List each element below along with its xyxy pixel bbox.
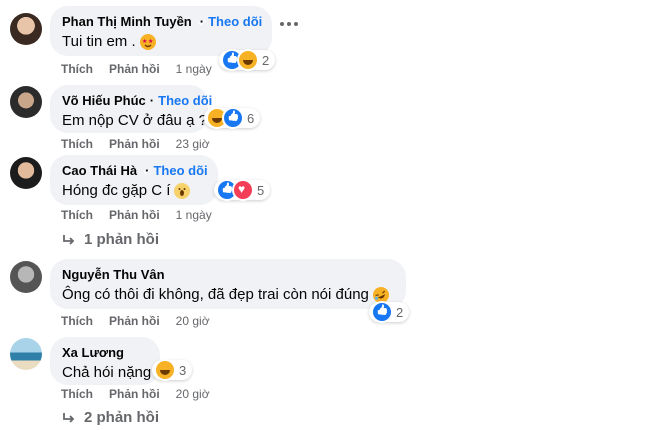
comment-author[interactable]: Phan Thị Minh Tuyền — [62, 14, 192, 30]
reply-button[interactable]: Phản hồi — [109, 208, 160, 222]
comment-text: Tui tin em . — [62, 33, 136, 50]
svg-text:★: ★ — [148, 38, 153, 45]
comment-bubble: Cao Thái Hà · Theo dõi Hóng đc gặp C í — [50, 155, 218, 205]
comment-bubble: Xa Lương Chả hói nặng — [50, 337, 160, 385]
haha-reaction-icon — [154, 359, 176, 381]
view-replies-link[interactable]: 1 phản hồi — [62, 231, 159, 248]
comment-text: Hóng đc gặp C í — [62, 182, 171, 199]
avatar[interactable] — [10, 261, 42, 293]
reaction-count: 6 — [247, 110, 255, 126]
like-button[interactable]: Thích — [61, 62, 93, 76]
haha-reaction-icon — [237, 49, 259, 71]
reply-button[interactable]: Phản hồi — [109, 387, 160, 401]
reaction-summary[interactable]: 2 — [219, 49, 276, 71]
more-options-icon[interactable] — [280, 22, 298, 26]
follow-button[interactable]: Theo dõi — [158, 93, 212, 109]
reply-arrow-icon — [63, 234, 75, 245]
avatar[interactable] — [10, 86, 42, 118]
like-button[interactable]: Thích — [61, 137, 93, 151]
like-button[interactable]: Thích — [61, 387, 93, 401]
like-reaction-icon — [371, 301, 393, 323]
reaction-summary[interactable]: 5 — [214, 179, 271, 201]
avatar[interactable] — [10, 157, 42, 189]
reaction-count: 2 — [262, 52, 270, 68]
comment-bubble: Võ Hiếu Phúc · Theo dõi Em nộp CV ở đâu … — [50, 85, 212, 133]
comment-time[interactable]: 20 giờ — [176, 387, 210, 401]
reaction-count: 3 — [179, 362, 187, 378]
comment-time[interactable]: 1 ngày — [176, 62, 212, 76]
svg-text:★: ★ — [142, 38, 147, 45]
reaction-summary[interactable]: 3 — [152, 359, 193, 381]
reaction-summary[interactable]: 6 — [204, 107, 261, 129]
reply-arrow-icon — [63, 412, 75, 423]
follow-button[interactable]: Theo dõi — [153, 163, 207, 179]
comment-bubble: Nguyễn Thu Vân Ông có thôi đi không, đã … — [50, 259, 406, 309]
comment-text: Chả hói nặng — [62, 364, 152, 381]
replies-count[interactable]: 2 phản hồi — [84, 409, 159, 426]
love-reaction-icon — [232, 179, 254, 201]
comment-author[interactable]: Võ Hiếu Phúc — [62, 93, 146, 109]
avatar[interactable] — [10, 338, 42, 370]
reaction-summary[interactable]: 2 — [369, 301, 410, 323]
comment-time[interactable]: 1 ngày — [176, 208, 212, 222]
comment-author[interactable]: Nguyễn Thu Vân — [62, 267, 165, 283]
comment-text: Ông có thôi đi không, đã đẹp trai còn nó… — [62, 286, 369, 303]
reaction-count: 5 — [257, 182, 265, 198]
comment-text: Em nộp CV ở đâu ạ ? — [62, 112, 207, 129]
like-button[interactable]: Thích — [61, 208, 93, 222]
replies-count[interactable]: 1 phản hồi — [84, 231, 159, 248]
reply-button[interactable]: Phản hồi — [109, 62, 160, 76]
avatar[interactable] — [10, 13, 42, 45]
separator-dot: · — [149, 93, 155, 108]
comment-author[interactable]: Xa Lương — [62, 345, 124, 361]
follow-button[interactable]: Theo dõi — [208, 14, 262, 30]
like-button[interactable]: Thích — [61, 314, 93, 328]
reply-button[interactable]: Phản hồi — [109, 137, 160, 151]
reaction-count: 2 — [396, 304, 404, 320]
star-struck-emoji-icon: ★ ★ — [139, 34, 156, 50]
comment-time[interactable]: 23 giờ — [176, 137, 210, 151]
comment-time[interactable]: 20 giờ — [176, 314, 210, 328]
view-replies-link[interactable]: 2 phản hồi — [62, 409, 159, 426]
reply-button[interactable]: Phản hồi — [109, 314, 160, 328]
scream-emoji-icon — [174, 183, 191, 199]
comment-author[interactable]: Cao Thái Hà — [62, 163, 137, 179]
like-reaction-icon — [222, 107, 244, 129]
comment-bubble: Phan Thị Minh Tuyền · Theo dõi Tui tin e… — [50, 6, 272, 56]
